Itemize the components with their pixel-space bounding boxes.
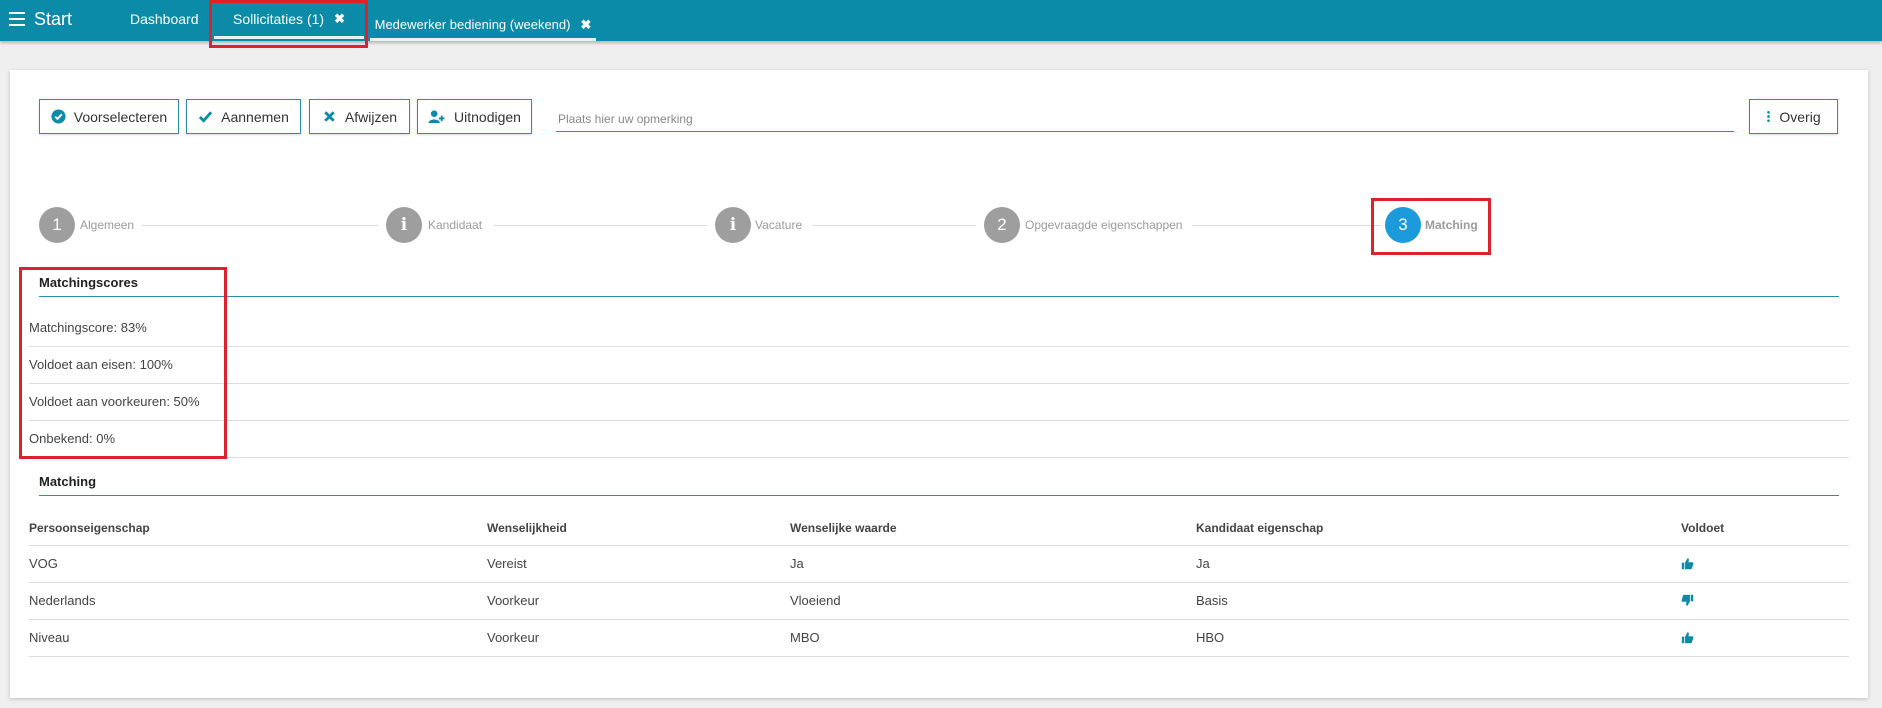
cell-desirability: Voorkeur — [487, 593, 540, 608]
row-divider — [29, 656, 1849, 657]
cell-property: VOG — [29, 556, 58, 571]
step-vacature-label[interactable]: Vacature — [755, 218, 802, 232]
remark-input[interactable] — [556, 106, 1734, 132]
afwijzen-button[interactable]: Afwijzen — [309, 99, 410, 134]
row-divider — [29, 619, 1849, 620]
afwijzen-label: Afwijzen — [344, 108, 398, 125]
tab-medewerker-bediening-label: Medewerker bediening (weekend) — [374, 17, 571, 32]
tab-sollicitaties-close-icon[interactable]: ✖ — [334, 11, 345, 31]
hamburger-menu-icon[interactable] — [9, 12, 25, 26]
row-divider — [29, 346, 1849, 347]
main-card: Voorselecteren Aannemen Afwijzen Uitnodi… — [10, 70, 1868, 698]
cell-candidate-value: Basis — [1196, 593, 1228, 608]
section-divider — [39, 296, 1839, 297]
matchingscore-value: Matchingscore: 83% — [29, 320, 147, 335]
step-matching-label[interactable]: Matching — [1425, 218, 1478, 232]
aannemen-label: Aannemen — [221, 108, 289, 125]
step-connector — [812, 225, 976, 226]
column-header-voldoet: Voldoet — [1681, 521, 1725, 535]
times-icon — [324, 111, 335, 122]
row-divider — [29, 545, 1849, 546]
thumbs-up-icon — [1681, 632, 1694, 644]
step-kandidaat-label[interactable]: Kandidaat — [428, 218, 482, 232]
matching-title: Matching — [39, 474, 97, 489]
step-connector — [1192, 225, 1382, 226]
section-divider — [39, 495, 1839, 496]
step-connector — [142, 225, 378, 226]
step-1-badge[interactable]: 1 — [39, 207, 75, 243]
cell-desired-value: Vloeiend — [790, 593, 841, 608]
check-icon — [199, 111, 213, 123]
cell-candidate-value: HBO — [1196, 630, 1225, 645]
check-circle-icon — [51, 109, 66, 124]
tab-sollicitaties-label: Sollicitaties (1) — [233, 10, 325, 27]
voldoet-eisen-value: Voldoet aan eisen: 100% — [29, 357, 173, 372]
voorselecteren-label: Voorselecteren — [73, 108, 168, 125]
tab-sollicitaties[interactable]: Sollicitaties (1) ✖ — [214, 0, 364, 41]
step-2-badge[interactable]: 2 — [984, 207, 1020, 243]
row-divider — [29, 383, 1849, 384]
step-opgevraagde-eigenschappen-label[interactable]: Opgevraagde eigenschappen — [1025, 218, 1182, 232]
cell-desirability: Vereist — [487, 556, 527, 571]
row-divider — [29, 457, 1849, 458]
tab-medewerker-close-icon[interactable]: ✖ — [580, 17, 591, 33]
row-divider — [29, 420, 1849, 421]
tab-indicator — [370, 38, 596, 41]
column-header-kandidaat-eigenschap: Kandidaat eigenschap — [1196, 521, 1324, 535]
cell-property: Nederlands — [29, 593, 96, 608]
tab-dashboard[interactable]: Dashboard — [130, 0, 199, 41]
uitnodigen-label: Uitnodigen — [454, 108, 521, 125]
top-nav-bar: Start Dashboard Sollicitaties (1) ✖ Mede… — [0, 0, 1882, 41]
thumbs-down-icon — [1681, 594, 1694, 606]
step-algemeen-label[interactable]: Algemeen — [80, 218, 134, 232]
cell-desirability: Voorkeur — [487, 630, 540, 645]
vertical-ellipsis-icon — [1767, 111, 1771, 122]
step-vacature-info-icon[interactable]: i — [715, 207, 751, 243]
column-header-wenselijkheid: Wenselijkheid — [487, 521, 567, 535]
cell-desired-value: MBO — [790, 630, 820, 645]
onbekend-value: Onbekend: 0% — [29, 431, 116, 446]
cell-property: Niveau — [29, 630, 70, 645]
start-link[interactable]: Start — [34, 9, 72, 30]
voorselecteren-button[interactable]: Voorselecteren — [39, 99, 179, 134]
overig-label: Overig — [1779, 108, 1821, 125]
row-divider — [29, 582, 1849, 583]
step-connector — [494, 225, 707, 226]
step-3-badge[interactable]: 3 — [1385, 207, 1421, 243]
voldoet-voorkeuren-value: Voldoet aan voorkeuren: 50% — [29, 394, 200, 409]
matchingscores-title: Matchingscores — [39, 275, 138, 290]
active-tab-indicator — [214, 36, 364, 39]
cell-candidate-value: Ja — [1196, 556, 1210, 571]
overig-button[interactable]: Overig — [1749, 99, 1838, 134]
column-header-persoonseigenschap: Persoonseigenschap — [29, 521, 150, 535]
thumbs-up-icon — [1681, 558, 1694, 570]
aannemen-button[interactable]: Aannemen — [186, 99, 301, 134]
user-plus-icon — [428, 110, 445, 124]
tab-dashboard-label: Dashboard — [130, 10, 199, 27]
uitnodigen-button[interactable]: Uitnodigen — [417, 99, 532, 134]
column-header-wenselijke-waarde: Wenselijke waarde — [790, 521, 897, 535]
cell-desired-value: Ja — [790, 556, 804, 571]
step-kandidaat-info-icon[interactable]: i — [386, 207, 422, 243]
tab-medewerker-bediening[interactable]: Medewerker bediening (weekend) ✖ — [370, 0, 596, 41]
